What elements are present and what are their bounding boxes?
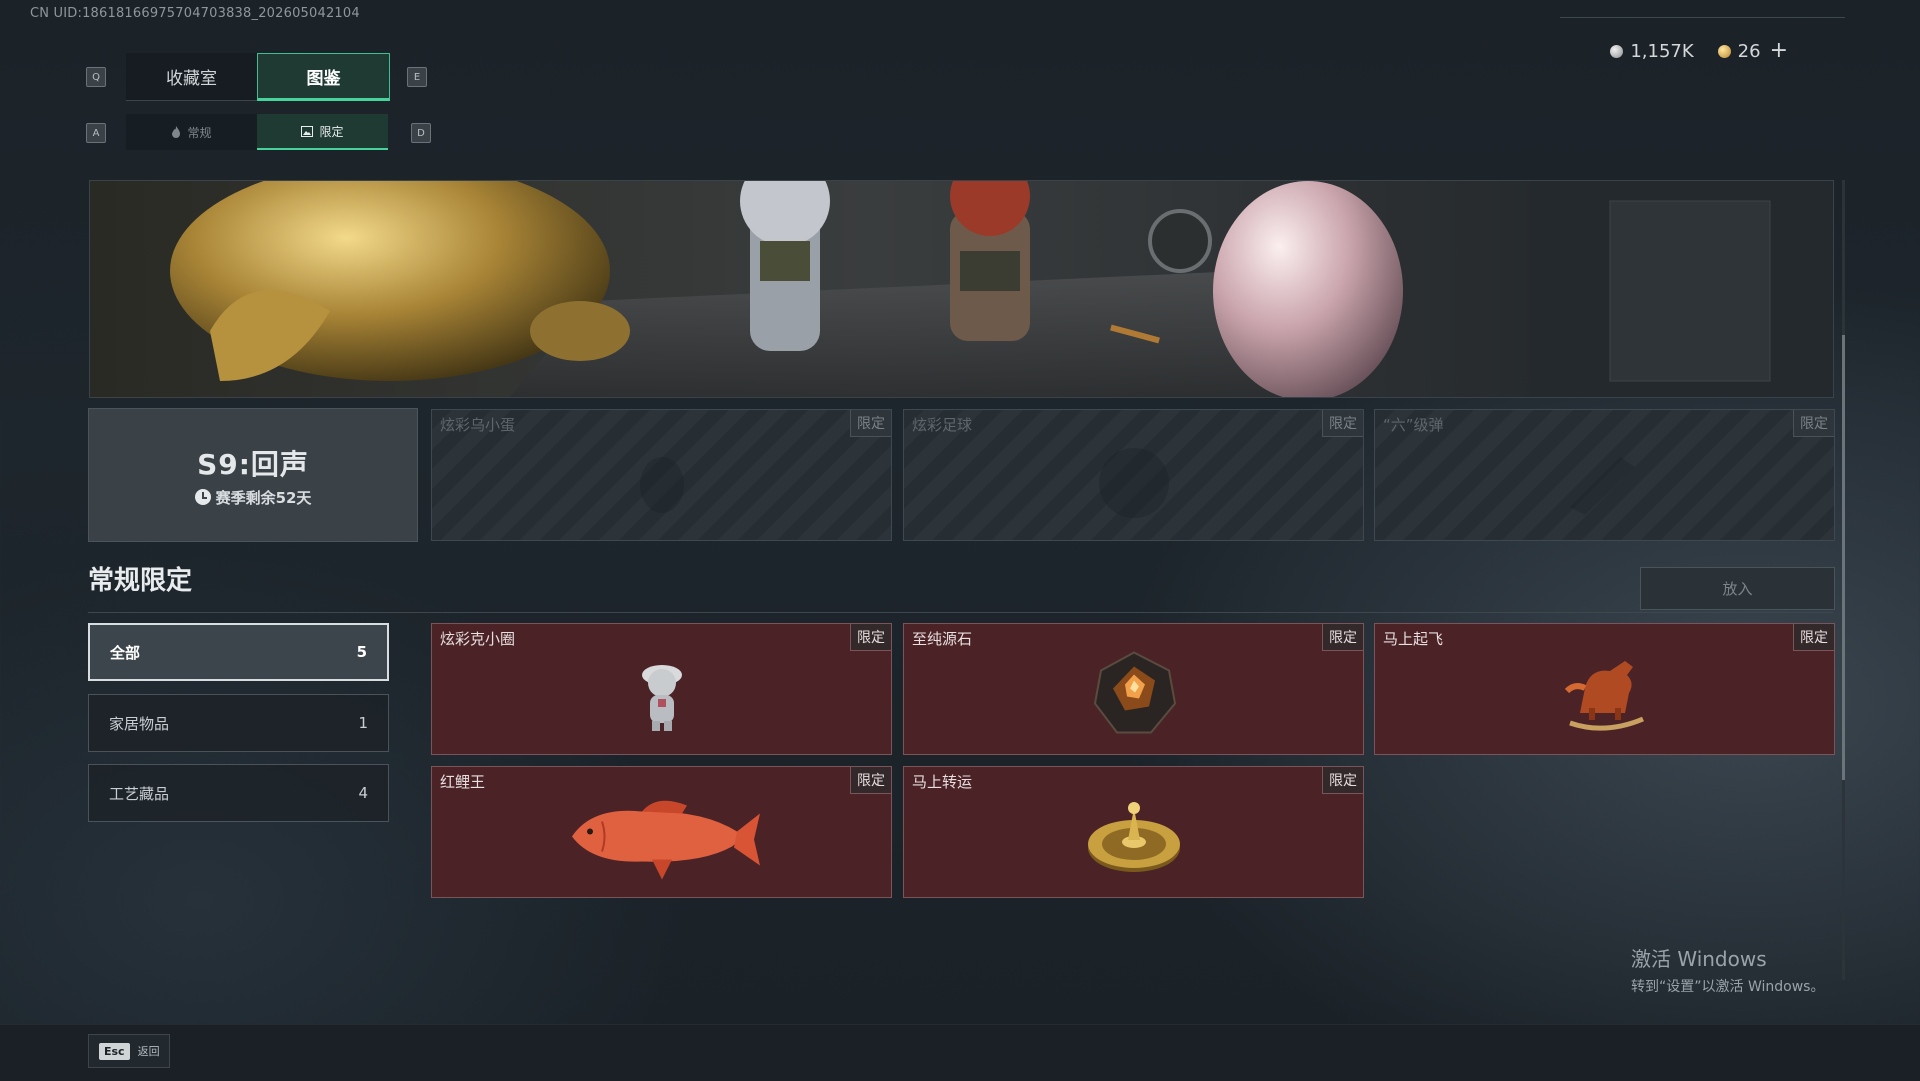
item-card-5[interactable]: 马上转运 限定	[903, 766, 1364, 898]
flame-icon	[172, 126, 181, 138]
subtab-regular[interactable]: 常规	[126, 114, 257, 150]
category-label: 家居物品	[109, 714, 170, 733]
limited-tag: 限定	[850, 624, 891, 651]
currency-gold: 26 +	[1717, 40, 1788, 62]
limited-tag: 限定	[1322, 410, 1363, 437]
limited-tag: 限定	[1793, 410, 1834, 437]
golden-turntable-icon	[1087, 802, 1180, 872]
esc-key-hint: Esc	[99, 1042, 130, 1060]
watermark-line2: 转到“设置”以激活 Windows。	[1631, 979, 1825, 995]
category-label: 工艺藏品	[109, 784, 170, 803]
bird-egg-silhouette-icon	[639, 457, 684, 513]
limited-tag: 限定	[1793, 624, 1834, 651]
subtab-limited-label: 限定	[319, 124, 344, 139]
key-hint-prev-tab: Q	[86, 67, 106, 87]
category-count: 1	[358, 714, 368, 732]
currency-bar: 1,157K 26 +	[1610, 40, 1788, 62]
item-card-4[interactable]: 红鲤王 限定	[431, 766, 892, 898]
season-remaining: 赛季剩余52天	[194, 487, 312, 508]
image-icon	[301, 125, 314, 137]
season-remaining-text: 赛季剩余52天	[215, 488, 312, 507]
gold-coin-icon	[1717, 44, 1731, 58]
bullet-silhouette-icon	[1569, 457, 1635, 515]
rocking-horse-icon	[1564, 661, 1644, 731]
key-hint-next-subtab: D	[411, 123, 431, 143]
back-button[interactable]: Esc 返回	[88, 1034, 170, 1068]
slot-name: “六”级弹	[1383, 416, 1444, 434]
slot-name: 炫彩足球	[912, 416, 973, 434]
main-tabs: 收藏室 图鉴	[126, 53, 390, 101]
item-card-3[interactable]: 马上起飞 限定	[1374, 623, 1835, 755]
season-title: S9:回声	[197, 447, 309, 481]
item-name: 红鲤王	[440, 773, 486, 791]
subtab-limited[interactable]: 限定	[257, 114, 388, 150]
limited-tag: 限定	[850, 410, 891, 437]
category-label: 全部	[110, 643, 141, 662]
user-uid: CN UID:18618166975704703838_202605042104	[30, 6, 360, 21]
category-crafts[interactable]: 工艺藏品 4	[88, 764, 389, 822]
gold-amount: 26	[1737, 40, 1761, 62]
item-name: 至纯源石	[912, 630, 973, 648]
carp-fish-icon	[571, 800, 760, 880]
item-name: 马上转运	[912, 773, 973, 791]
section-divider	[88, 612, 1833, 613]
season-slot-1[interactable]: 炫彩乌小蛋 限定	[431, 409, 892, 541]
watermark-line1: 激活 Windows	[1631, 947, 1767, 971]
item-name: 炫彩克小圈	[440, 630, 516, 648]
season-card: S9:回声 赛季剩余52天	[88, 408, 418, 542]
back-label: 返回	[137, 1045, 160, 1058]
footer-bar	[0, 1024, 1920, 1081]
currency-silver: 1,157K	[1610, 40, 1694, 62]
season-banner-image	[89, 180, 1834, 398]
item-card-1[interactable]: 炫彩克小圈 限定	[431, 623, 892, 755]
item-name: 马上起飞	[1383, 630, 1444, 648]
limited-tag: 限定	[1322, 624, 1363, 651]
football-silhouette-icon	[1098, 448, 1169, 518]
silver-amount: 1,157K	[1630, 40, 1694, 62]
key-hint-prev-subtab: A	[86, 123, 106, 143]
key-hint-next-tab: E	[407, 67, 427, 87]
tab-codex[interactable]: 图鉴	[257, 53, 390, 101]
limited-tag: 限定	[850, 767, 891, 794]
season-slot-2[interactable]: 炫彩足球 限定	[903, 409, 1364, 541]
season-slot-3[interactable]: “六”级弹 限定	[1374, 409, 1835, 541]
gem-stone-icon	[1093, 651, 1176, 734]
category-count: 4	[358, 784, 368, 802]
subtab-regular-label: 常规	[187, 125, 212, 140]
silver-coin-icon	[1610, 44, 1624, 58]
scrollbar-thumb[interactable]	[1842, 335, 1845, 780]
tab-collection-room[interactable]: 收藏室	[126, 53, 257, 101]
clock-icon	[194, 489, 211, 505]
category-count: 5	[356, 643, 367, 661]
limited-tag: 限定	[1322, 767, 1363, 794]
put-in-button[interactable]: 放入	[1640, 567, 1835, 610]
add-currency-button[interactable]: +	[1770, 40, 1788, 62]
slot-name: 炫彩乌小蛋	[440, 416, 516, 434]
section-title: 常规限定	[88, 566, 193, 596]
item-card-2[interactable]: 至纯源石 限定	[903, 623, 1364, 755]
windows-activation-watermark: 激活 Windows 转到“设置”以激活 Windows。	[1631, 943, 1824, 996]
top-divider	[1560, 17, 1845, 18]
figurine-icon	[641, 665, 682, 731]
category-all[interactable]: 全部 5	[88, 623, 389, 681]
sub-tabs: 常规 限定	[126, 114, 388, 150]
category-household[interactable]: 家居物品 1	[88, 694, 389, 752]
